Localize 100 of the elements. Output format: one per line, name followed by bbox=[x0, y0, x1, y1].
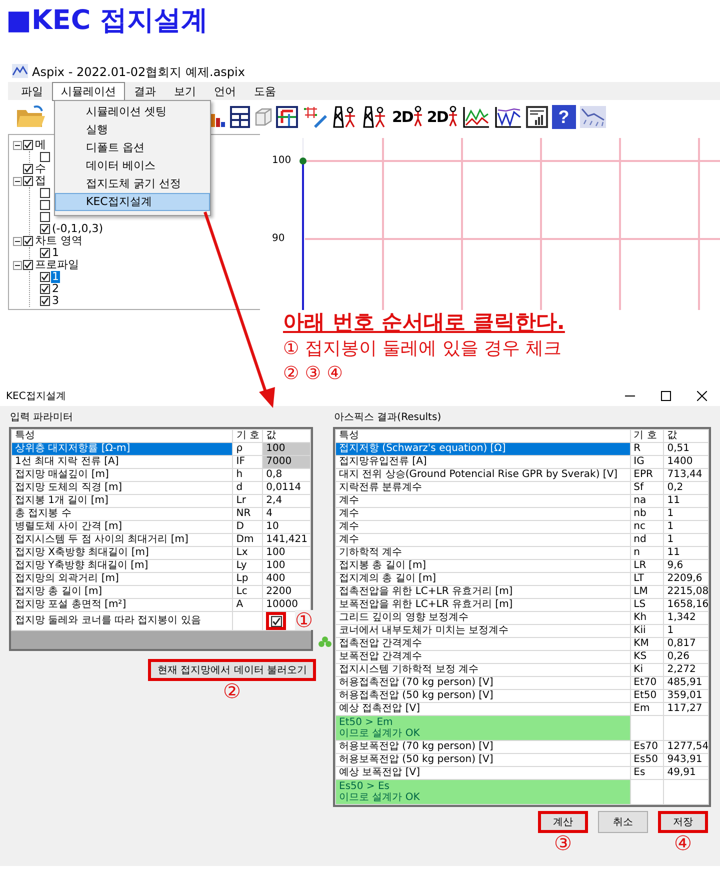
help-button[interactable]: ? bbox=[552, 105, 576, 129]
tree-item[interactable]: 메 bbox=[34, 139, 47, 151]
tree-item[interactable]: 1 bbox=[51, 247, 60, 259]
step-number: ① bbox=[295, 610, 314, 630]
table-cell[interactable]: 접지망 X축방향 최대길이 [m] bbox=[12, 546, 233, 560]
table-cell: 1 bbox=[664, 508, 708, 520]
axis-label: 90 bbox=[272, 234, 285, 244]
tree-item[interactable]: 접 bbox=[34, 175, 47, 187]
tree-item[interactable]: 2 bbox=[51, 283, 60, 295]
table-cell[interactable]: 접지저항 (Schwarz's equation) [Ω] bbox=[336, 442, 630, 456]
table-cell[interactable]: 계수 bbox=[336, 508, 630, 520]
table-cell: 1 bbox=[664, 624, 708, 638]
step-number: ② bbox=[223, 681, 242, 701]
table-cell: LM bbox=[630, 586, 664, 598]
table-cell[interactable]: 계수 bbox=[336, 520, 630, 534]
table-cell[interactable]: 접지망의 외곽거리 [m] bbox=[12, 572, 233, 586]
tree-item[interactable]: 3 bbox=[51, 295, 60, 307]
table-cell[interactable]: 접지시스템 두 점 사이의 최대거리 [m] bbox=[12, 534, 233, 546]
menu-item[interactable]: 언어 bbox=[205, 82, 245, 100]
table-cell: 1658,16 bbox=[664, 598, 708, 612]
table-cell[interactable]: 접지망 도체의 직경 [m] bbox=[12, 482, 233, 494]
table-cell: 11 bbox=[664, 494, 708, 508]
table-cell[interactable]: 허용보폭전압 (70 kg person) [V] bbox=[336, 740, 630, 754]
tree-item[interactable]: (-0,1,0,3) bbox=[51, 223, 104, 235]
table-cell[interactable]: 1선 최대 지락 전류 [A] bbox=[12, 456, 233, 468]
table-cell[interactable]: 보폭전압을 위한 LC+LR 유효거리 [m] bbox=[336, 598, 630, 612]
menu-item[interactable]: 시뮬레이션 셋팅 bbox=[55, 103, 210, 121]
table-cell[interactable]: 접지봉 1개 길이 [m] bbox=[12, 494, 233, 508]
menu-item[interactable]: 보기 bbox=[165, 82, 205, 100]
table-cell[interactable]: 병렬도체 사이 간격 [m] bbox=[12, 520, 233, 534]
table-cell[interactable]: 접지망 총 길이 [m] bbox=[12, 586, 233, 598]
table-cell: 2215,08 bbox=[664, 586, 708, 598]
tree-item[interactable]: 1 bbox=[51, 271, 60, 283]
table-cell: Es70 bbox=[630, 740, 664, 754]
table-cell: 2209,6 bbox=[664, 572, 708, 586]
table-cell[interactable]: 접지망유입전류 [A] bbox=[336, 456, 630, 468]
tree-item[interactable]: 프로파일 bbox=[34, 259, 80, 271]
table-cell[interactable]: 접지망 Y축방향 최대길이 [m] bbox=[12, 560, 233, 572]
menu-item[interactable]: 결과 bbox=[125, 82, 165, 100]
dialog-button[interactable]: 취소 bbox=[598, 811, 648, 833]
table-cell: 141,421 bbox=[262, 534, 310, 546]
2d-view-button[interactable]: 2D bbox=[392, 104, 423, 130]
table-cell[interactable]: 접지망 매설깊이 [m] bbox=[12, 468, 233, 482]
table-cell[interactable]: 접지계의 총 길이 [m] bbox=[336, 572, 630, 586]
table-cell: 400 bbox=[262, 572, 310, 586]
table-cell[interactable]: 접지봉 총 길이 [m] bbox=[336, 560, 630, 572]
table-cell: 2,272 bbox=[664, 664, 708, 676]
2d-view-button[interactable]: 2D bbox=[426, 104, 458, 130]
table-cell: nb bbox=[630, 508, 664, 520]
table-cell[interactable]: 접지망 포설 총면적 [m²] bbox=[12, 598, 233, 612]
instruction-text: ① 접지봉이 둘레에 있을 경우 체크 bbox=[283, 337, 563, 361]
table-cell: Es50 bbox=[630, 754, 664, 766]
menu-item[interactable]: KEC접지설계 bbox=[55, 193, 210, 211]
table-cell[interactable]: 지락전류 분류계수 bbox=[336, 482, 630, 494]
step-number: ③ bbox=[554, 833, 572, 853]
table-cell: h bbox=[232, 468, 263, 482]
table-cell[interactable]: 계수 bbox=[336, 494, 630, 508]
table-cell[interactable]: 코너에서 내부도체가 미치는 보정계수 bbox=[336, 624, 630, 638]
table-cell: Et70 bbox=[630, 676, 664, 690]
table-cell[interactable]: 허용접촉전압 (70 kg person) [V] bbox=[336, 676, 630, 690]
menu-item[interactable]: 파일 bbox=[12, 82, 52, 100]
table-cell: 943,91 bbox=[664, 754, 708, 766]
table-cell: nd bbox=[630, 534, 664, 546]
table-cell: 접지망 둘레와 코너를 따라 접지봉이 있음 bbox=[12, 612, 233, 630]
table-cell[interactable]: 접지시스템 기하학적 보정 계수 bbox=[336, 664, 630, 676]
table-cell[interactable]: 계수 bbox=[336, 534, 630, 546]
table-cell: Lc bbox=[232, 586, 263, 598]
menu-item[interactable]: 실행 bbox=[55, 121, 210, 139]
instruction-text: ② ③ ④ bbox=[283, 362, 344, 386]
menu-item[interactable]: 디폴트 옵션 bbox=[55, 139, 210, 157]
page-heading: ■KEC 접지설계 bbox=[5, 4, 210, 38]
table-cell[interactable]: 기하학적 계수 bbox=[336, 546, 630, 560]
table-cell[interactable]: 허용보폭전압 (50 kg person) [V] bbox=[336, 754, 630, 766]
table-cell: 485,91 bbox=[664, 676, 708, 690]
table-cell[interactable]: 접촉전압을 위한 LC+LR 유효거리 [m] bbox=[336, 586, 630, 598]
table-cell[interactable]: 상위층 대지저항률 [Ω-m] bbox=[12, 442, 233, 456]
table-cell: Ki bbox=[630, 664, 664, 676]
table-cell[interactable]: 접촉전압 간격계수 bbox=[336, 638, 630, 650]
menu-item[interactable]: 접지도체 굵기 선정 bbox=[55, 175, 210, 193]
table-cell[interactable]: 그리드 깊이의 영향 보정계수 bbox=[336, 612, 630, 624]
table-cell: IG bbox=[630, 456, 664, 468]
table-cell: 0,2 bbox=[664, 482, 708, 494]
table-cell: 1 bbox=[664, 534, 708, 546]
table-cell: D bbox=[232, 520, 263, 534]
table-cell[interactable]: 총 접지봉 수 bbox=[12, 508, 233, 520]
table-cell: 7000 bbox=[262, 456, 310, 468]
table-cell: LT bbox=[630, 572, 664, 586]
table-cell: 0,817 bbox=[664, 638, 708, 650]
table-cell[interactable]: 대지 전위 상승(Ground Potencial Rise GPR by Sverak) [V] bbox=[336, 468, 630, 482]
tree-item[interactable]: 수 bbox=[34, 163, 47, 175]
table-cell[interactable]: 보폭전압 간격계수 bbox=[336, 650, 630, 664]
table-cell: 713,44 bbox=[664, 468, 708, 482]
column-header: 특성 bbox=[12, 430, 233, 442]
menu-item[interactable]: 데이터 베이스 bbox=[55, 157, 210, 175]
menu-item[interactable]: 시뮬레이션 bbox=[52, 82, 125, 100]
table-cell: Kii bbox=[630, 624, 664, 638]
tree-item[interactable]: 차트 영역 bbox=[34, 235, 84, 247]
group-title: 입력 파라미터 bbox=[9, 411, 74, 425]
table-cell[interactable]: 허용접촉전압 (50 kg person) [V] bbox=[336, 690, 630, 702]
menu-item[interactable]: 도움 bbox=[245, 82, 285, 100]
